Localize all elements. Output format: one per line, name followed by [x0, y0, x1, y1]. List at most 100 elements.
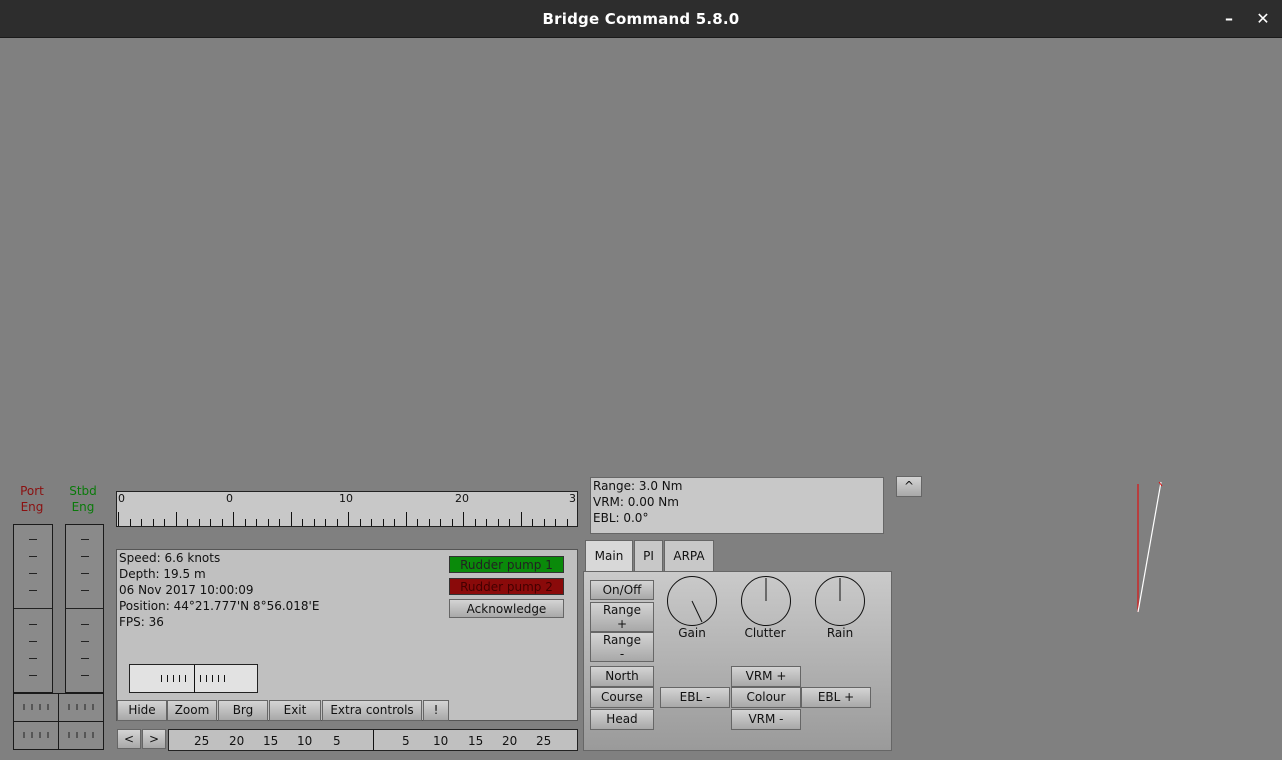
- rudder-tick: [167, 675, 168, 682]
- eng-tick: [80, 539, 89, 540]
- rudder-tick: [218, 675, 219, 682]
- heading-tick: [118, 512, 119, 526]
- north-up-button[interactable]: North: [590, 666, 654, 687]
- bow-thruster-stbd[interactable]: [58, 693, 104, 722]
- rudder-label: 20: [502, 734, 518, 748]
- heading-tick: [175, 512, 177, 526]
- tab-arpa[interactable]: ARPA: [664, 540, 714, 572]
- fps-readout: FPS: 36: [119, 615, 164, 629]
- course-up-button[interactable]: Course: [590, 687, 654, 708]
- range-increase-button[interactable]: Range +: [590, 602, 654, 632]
- rudder-scale[interactable]: 25 20 15 10 5 5 10 15 20 25: [168, 729, 578, 751]
- heading-tick: [359, 519, 361, 526]
- heading-tick: [244, 519, 246, 526]
- rudder-label: 20: [229, 734, 245, 748]
- clutter-knob-pointer: [765, 578, 767, 601]
- tab-pi[interactable]: PI: [634, 540, 663, 572]
- eng-neutral-line: [14, 608, 52, 609]
- heading-tick: [532, 519, 533, 526]
- heading-tick: [221, 519, 223, 526]
- rain-label: Rain: [826, 626, 854, 640]
- eng-tick: [80, 624, 89, 625]
- clutter-knob[interactable]: [741, 576, 791, 626]
- zoom-button[interactable]: Zoom: [167, 700, 217, 721]
- ebl-plus-button[interactable]: EBL +: [801, 687, 871, 708]
- stbd-label-line1: Stbd: [69, 484, 97, 498]
- heading-label: 3: [569, 492, 576, 505]
- thruster-ticks: [68, 732, 94, 738]
- eng-tick: [29, 590, 37, 591]
- rudder-label: 10: [433, 734, 449, 748]
- acknowledge-button[interactable]: Acknowledge: [449, 599, 564, 618]
- radar-info-panel: Range: 3.0 Nm VRM: 0.00 Nm EBL: 0.0°: [590, 477, 884, 534]
- port-engine-label: Port Eng: [14, 483, 50, 515]
- range-decrease-button[interactable]: Range -: [590, 632, 654, 662]
- heading-tick: [187, 519, 188, 526]
- brg-button[interactable]: Brg: [218, 700, 268, 721]
- heading-tick: [210, 519, 211, 526]
- eng-tick: [80, 641, 89, 642]
- rudder-tick: [161, 675, 162, 682]
- heading-tick: [198, 519, 200, 526]
- rain-knob[interactable]: [815, 576, 865, 626]
- rain-knob-pointer: [839, 578, 841, 601]
- range-increase-label: Range: [602, 603, 642, 617]
- radar-display-lines: [1137, 481, 1163, 613]
- eng-tick: [80, 573, 89, 574]
- prev-button[interactable]: <: [117, 729, 141, 749]
- port-engine-lever[interactable]: [13, 524, 53, 693]
- rudder-pump-2-indicator[interactable]: Rudder pump 2: [449, 578, 564, 595]
- heading-tick: [394, 519, 395, 526]
- gain-knob-pointer: [691, 600, 703, 623]
- eng-tick: [80, 675, 89, 676]
- close-button[interactable]: ✕: [1252, 8, 1274, 30]
- thruster-ticks: [23, 732, 49, 738]
- stern-thruster-stbd[interactable]: [58, 721, 104, 750]
- gain-knob[interactable]: [667, 576, 717, 626]
- heading-tick: [325, 519, 326, 526]
- tab-main[interactable]: Main: [585, 540, 633, 573]
- heading-tick: [520, 512, 522, 526]
- alert-button[interactable]: !: [423, 700, 449, 721]
- gain-label: Gain: [678, 626, 706, 640]
- radar-on-off-button[interactable]: On/Off: [590, 580, 654, 600]
- rudder-tick: [224, 675, 225, 682]
- heading-tick: [405, 512, 407, 526]
- eng-tick: [29, 573, 37, 574]
- bow-thruster-port[interactable]: [13, 693, 59, 722]
- heading-label: 0: [118, 492, 125, 505]
- heading-tick: [313, 519, 315, 526]
- heading-tick: [440, 519, 441, 526]
- rudder-tick: [173, 675, 174, 682]
- expand-radar-button[interactable]: ^: [896, 476, 922, 497]
- extra-controls-button[interactable]: Extra controls: [322, 700, 422, 721]
- hide-button[interactable]: Hide: [117, 700, 167, 721]
- eng-tick: [29, 539, 37, 540]
- minimize-button[interactable]: –: [1218, 8, 1240, 30]
- next-button[interactable]: >: [142, 729, 166, 749]
- heading-tick: [141, 519, 142, 526]
- heading-tick: [371, 519, 372, 526]
- heading-tick: [348, 512, 349, 526]
- speed-readout: Speed: 6.6 knots: [119, 551, 221, 565]
- rudder-label: 10: [297, 734, 313, 748]
- heading-tick: [451, 519, 453, 526]
- colour-button[interactable]: Colour: [731, 687, 801, 708]
- ebl-minus-button[interactable]: EBL -: [660, 687, 730, 708]
- radar-vrm-readout: VRM: 0.00 Nm: [593, 495, 679, 509]
- eng-tick: [29, 624, 37, 625]
- stern-thruster-port[interactable]: [13, 721, 59, 750]
- eng-tick: [29, 675, 37, 676]
- heading-tick: [336, 519, 338, 526]
- stbd-engine-lever[interactable]: [65, 524, 104, 693]
- thruster-ticks: [68, 704, 94, 710]
- rudder-pump-1-indicator[interactable]: Rudder pump 1: [449, 556, 564, 573]
- vrm-plus-button[interactable]: VRM +: [731, 666, 801, 687]
- head-up-button[interactable]: Head: [590, 709, 654, 730]
- vrm-minus-button[interactable]: VRM -: [731, 709, 801, 730]
- eng-tick: [80, 556, 89, 557]
- depth-readout: Depth: 19.5 m: [119, 567, 206, 581]
- exit-button[interactable]: Exit: [269, 700, 321, 721]
- rudder-label: 5: [333, 734, 341, 748]
- rudder-center-line: [194, 665, 195, 693]
